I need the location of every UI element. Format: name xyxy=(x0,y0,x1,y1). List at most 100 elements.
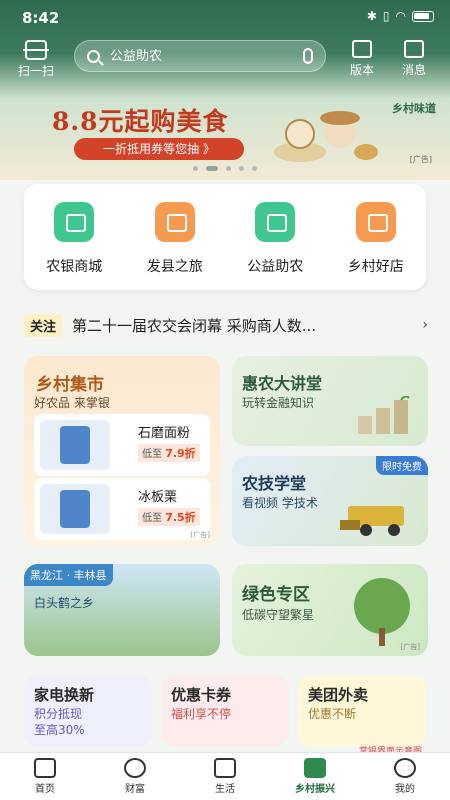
quick-item-label: 公益助农 xyxy=(247,259,304,275)
microphone-icon[interactable] xyxy=(303,48,313,64)
header: 8:42 ✱ ▯ ◠ 扫一扫 版本 消息 8.8元起购美食 一折抵用券等您抽 》 xyxy=(0,0,450,180)
nav-rural-revitalization[interactable]: 乡村振兴 xyxy=(270,753,360,800)
wifi-icon: ◠ xyxy=(395,9,406,23)
nav-life[interactable]: 生活 xyxy=(180,753,270,800)
message-button[interactable]: 消息 xyxy=(394,40,434,78)
pagination-dot[interactable] xyxy=(193,166,198,171)
mail-icon xyxy=(404,40,424,58)
notice-tag: 关注 xyxy=(24,313,63,337)
market-ad-label: [广告] xyxy=(190,531,210,539)
nav-label: 生活 xyxy=(215,784,235,795)
tech-title: 农技学堂 xyxy=(242,474,307,493)
village-market-card[interactable]: 乡村集市 好农品 来掌银 石磨面粉 低至 7.9折 冰板栗 低至 7.5折 [广… xyxy=(24,356,220,546)
quick-item-county-tour[interactable]: 发县之旅 xyxy=(130,202,220,276)
notice-text: 第二十一届农交会闭幕 采购商人数... xyxy=(72,316,317,335)
nav-wealth[interactable]: 财富 xyxy=(90,753,180,800)
banner-pagination xyxy=(0,166,450,171)
green-ad-label: [广告] xyxy=(400,643,420,651)
meituan-card[interactable]: 美团外卖 优惠不断 掌银界面示意图 xyxy=(298,676,426,757)
home-icon xyxy=(34,758,56,778)
farm-lecture-card[interactable]: 惠农大讲堂 玩转金融知识 xyxy=(232,356,428,446)
nav-label: 我的 xyxy=(395,784,415,795)
product-chestnut[interactable]: 冰板栗 低至 7.5折 xyxy=(34,478,210,540)
quick-item-village-shop[interactable]: 乡村好店 xyxy=(331,202,421,276)
appliance-trade-in-card[interactable]: 家电换新 积分抵现 至高30% xyxy=(24,676,152,746)
quick-entries: 农银商城 发县之旅 公益助农 乡村好店 xyxy=(24,184,426,290)
mini-title: 美团外卖 xyxy=(308,686,369,704)
status-bar: 8:42 ✱ ▯ ◠ xyxy=(0,0,450,34)
chevron-right-icon: › xyxy=(422,317,428,333)
banner-illustration xyxy=(274,111,378,162)
mini-subtitle: 福利享不停 xyxy=(171,707,232,721)
free-badge: 限时免费 xyxy=(376,456,428,475)
tree-icon xyxy=(354,578,410,646)
status-icons: ✱ ▯ ◠ xyxy=(367,9,434,23)
banner-title: 8.8元起购美食 xyxy=(52,107,229,136)
person-icon xyxy=(394,758,416,778)
banner-brand: 乡村味道 xyxy=(392,102,436,115)
mini-title: 家电换新 xyxy=(34,686,95,704)
search-input[interactable] xyxy=(110,48,303,64)
product-name: 石磨面粉 xyxy=(138,426,191,441)
bag-icon xyxy=(214,758,236,778)
status-time: 8:42 xyxy=(22,9,60,27)
store-icon xyxy=(54,202,95,242)
promo-banner[interactable]: 8.8元起购美食 一折抵用券等您抽 》 乡村味道 [广告] xyxy=(0,88,450,178)
chestnut-image xyxy=(40,484,110,534)
scan-label: 扫一扫 xyxy=(17,64,54,78)
vibrate-icon: ▯ xyxy=(382,9,390,23)
mini-title: 优惠卡券 xyxy=(171,686,232,704)
pagination-dot[interactable] xyxy=(206,166,218,171)
pagination-dot[interactable] xyxy=(226,166,231,171)
harvester-illustration xyxy=(340,506,404,536)
banner-ad-label: [广告] xyxy=(409,155,432,164)
message-label: 消息 xyxy=(401,63,426,77)
product-price: 低至 7.9折 xyxy=(138,444,200,462)
county-subtitle: 白头鹤之乡 xyxy=(34,596,95,610)
lecture-subtitle: 玩转金融知识 xyxy=(242,396,315,410)
quick-item-mall[interactable]: 农银商城 xyxy=(29,202,119,276)
battery-icon xyxy=(412,10,434,22)
product-flour[interactable]: 石磨面粉 低至 7.9折 xyxy=(34,414,210,476)
handshake-heart-icon xyxy=(255,202,296,242)
coins-illustration xyxy=(358,396,410,434)
banner-subtitle: 一折抵用券等您抽 》 xyxy=(74,138,244,160)
scan-button[interactable]: 扫一扫 xyxy=(14,40,58,79)
nav-mine[interactable]: 我的 xyxy=(360,753,450,800)
house-heart-icon xyxy=(154,202,195,242)
market-title: 乡村集市 xyxy=(36,375,104,395)
pagination-dot[interactable] xyxy=(239,166,244,171)
star-icon xyxy=(355,202,396,242)
top-bar: 扫一扫 版本 消息 xyxy=(0,38,450,80)
scan-icon xyxy=(23,40,49,60)
coupon-card[interactable]: 优惠卡券 福利享不停 xyxy=(161,676,289,746)
mini-subtitle: 优惠不断 xyxy=(308,707,357,721)
quick-item-charity[interactable]: 公益助农 xyxy=(230,202,320,276)
mini-subtitle: 积分抵现 至高30% xyxy=(34,707,85,737)
bluetooth-icon: ✱ xyxy=(366,9,377,23)
lecture-title: 惠农大讲堂 xyxy=(242,374,323,393)
green-zone-card[interactable]: 绿色专区 低碳守望繁星 [广告] xyxy=(232,564,428,656)
product-name: 冰板栗 xyxy=(138,490,178,505)
green-subtitle: 低碳守望繁星 xyxy=(242,608,315,622)
market-subtitle: 好农品 来掌银 xyxy=(34,396,110,410)
nav-label: 首页 xyxy=(35,784,55,795)
nav-label: 财富 xyxy=(125,784,145,795)
quick-item-label: 农银商城 xyxy=(46,259,103,275)
yuan-icon xyxy=(124,758,146,778)
nav-home[interactable]: 首页 xyxy=(0,753,90,800)
version-button[interactable]: 版本 xyxy=(342,40,382,78)
product-price: 低至 7.5折 xyxy=(138,508,200,526)
quick-item-label: 发县之旅 xyxy=(146,259,203,275)
leaf-icon xyxy=(304,758,326,778)
flour-image xyxy=(40,420,110,470)
pagination-dot[interactable] xyxy=(252,166,257,171)
bottom-navigation: 首页 财富 生活 乡村振兴 我的 xyxy=(0,752,450,800)
search-bar[interactable] xyxy=(74,40,326,72)
county-tag: 黑龙江 · 丰林县 xyxy=(24,564,113,586)
version-label: 版本 xyxy=(349,63,374,77)
news-ticker[interactable]: 关注 第二十一届农交会闭幕 采购商人数... › xyxy=(24,312,428,338)
nav-label: 乡村振兴 xyxy=(295,784,335,795)
farm-tech-card[interactable]: 限时免费 农技学堂 看视频 学技术 xyxy=(232,456,428,546)
county-card[interactable]: 黑龙江 · 丰林县 白头鹤之乡 xyxy=(24,564,220,656)
